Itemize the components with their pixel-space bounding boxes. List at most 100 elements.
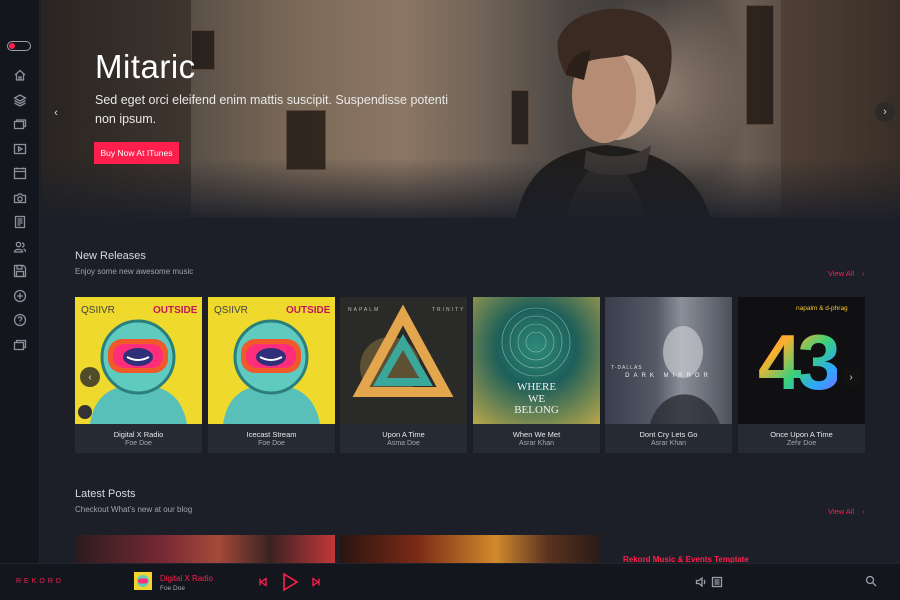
hero-shutter <box>746 5 774 125</box>
album-title: Upon A Time <box>382 430 425 439</box>
album-title: When We Met <box>512 430 561 439</box>
post-image[interactable] <box>340 535 600 563</box>
album-artist: Zehr Doe <box>786 440 817 447</box>
hero-fade <box>41 158 900 218</box>
album-cover: napalm & d-phrag 43 <box>738 297 865 424</box>
playlist-button[interactable] <box>711 576 723 588</box>
buy-itunes-button[interactable]: Buy Now At ITunes <box>94 142 179 164</box>
astronaut-art <box>223 319 320 424</box>
album-card[interactable]: WHERE WE BELONG When We Met Asrar Khan <box>473 297 600 453</box>
cover-text: WHERE <box>516 381 557 393</box>
sidebar-item-document[interactable] <box>0 210 40 235</box>
view-all-label: View All <box>828 269 855 278</box>
astronaut-art <box>78 319 187 424</box>
post-image[interactable] <box>75 535 335 563</box>
album-artist: Asma Doe <box>387 440 420 447</box>
playlist-icon <box>711 576 723 588</box>
album-cover: NAPALM TRINITY <box>340 297 467 424</box>
track-artist: Foe Doe <box>160 585 185 592</box>
chevron-right-icon: › <box>862 507 865 516</box>
cover-text: T-DALLAS <box>611 365 643 371</box>
hero-next-button[interactable]: › <box>875 102 895 122</box>
sidebar-toggle[interactable] <box>7 41 31 51</box>
hero-prev-button[interactable]: ‹ <box>46 103 66 123</box>
previous-track-button[interactable] <box>257 576 269 588</box>
cover-number: 43 <box>758 318 841 406</box>
users-icon <box>13 241 27 253</box>
app-window: Mitaric Sed eget orci eleifend enim matt… <box>0 0 900 600</box>
album-cover: QSIIVR OUTSIDE <box>208 297 335 424</box>
search-button[interactable] <box>865 575 877 587</box>
album-cover: WHERE WE BELONG <box>473 297 600 424</box>
sidebar-item-calendar[interactable] <box>0 161 40 186</box>
cover-text: BELONG <box>514 404 559 416</box>
save-icon <box>13 265 27 278</box>
help-icon <box>13 314 27 327</box>
view-all-label: View All <box>828 507 855 516</box>
latest-posts-subtitle: Checkout What's new at our blog <box>75 505 193 514</box>
album-title: Digital X Radio <box>113 430 164 439</box>
sidebar-item-home[interactable] <box>0 63 40 88</box>
chevron-right-icon: › <box>883 106 887 118</box>
albums-icon <box>13 119 27 130</box>
album-title: Icecast Stream <box>246 430 297 439</box>
chevron-left-icon: ‹ <box>88 371 92 383</box>
album-card[interactable]: NAPALM TRINITY Upon A Time Asma Doe <box>340 297 467 453</box>
sidebar-item-save[interactable] <box>0 259 40 284</box>
home-icon <box>14 69 26 81</box>
player-bar: REKORD Digital X Radio Foe Doe <box>0 563 900 600</box>
chevron-right-icon: › <box>862 269 865 278</box>
album-title: Once Upon A Time <box>770 430 833 439</box>
latest-posts-title: Latest Posts <box>75 488 136 500</box>
album-artist: Foe Doe <box>125 440 152 447</box>
cover-text: napalm & d-phrag <box>796 305 848 312</box>
sidebar-item-camera[interactable] <box>0 186 40 211</box>
album-artist: Asrar Khan <box>518 440 555 447</box>
album-cover: T-DALLAS DARK MIRROR <box>605 297 732 424</box>
volume-button[interactable] <box>695 576 707 588</box>
new-releases-subtitle: Enjoy some new awesome music <box>75 267 194 276</box>
album-artist: Asrar Khan <box>650 440 687 447</box>
sidebar-nav <box>0 63 40 357</box>
search-icon <box>865 575 877 587</box>
plus-circle-icon <box>13 289 27 302</box>
carousel-prev-button[interactable]: ‹ <box>80 367 100 387</box>
sidebar-item-video[interactable] <box>0 137 40 162</box>
track-thumbnail[interactable] <box>134 572 152 590</box>
next-track-button[interactable] <box>310 576 322 588</box>
gallery-icon <box>13 339 27 350</box>
sidebar-item-help[interactable] <box>0 308 40 333</box>
calendar-icon <box>13 167 27 180</box>
new-releases-view-all[interactable]: View All › <box>828 269 865 278</box>
carousel-next-button[interactable]: › <box>841 367 861 387</box>
hero-title: Mitaric <box>95 48 196 85</box>
skip-back-icon <box>259 577 267 587</box>
album-cover: QSIIVR OUTSIDE <box>75 297 202 424</box>
video-icon <box>13 143 27 154</box>
layers-icon <box>13 94 27 107</box>
portrait-art <box>650 326 720 424</box>
play-icon <box>283 572 299 592</box>
document-icon <box>14 216 26 229</box>
sidebar-item-users[interactable] <box>0 235 40 260</box>
latest-posts-view-all[interactable]: View All › <box>828 507 865 516</box>
sidebar <box>0 0 40 563</box>
play-button[interactable] <box>279 571 301 593</box>
chevron-left-icon: ‹ <box>54 107 58 119</box>
album-artist: Foe Doe <box>258 440 285 447</box>
sidebar-item-albums[interactable] <box>0 112 40 137</box>
new-releases-title: New Releases <box>75 250 146 262</box>
toggle-knob <box>9 43 15 49</box>
chevron-right-icon: › <box>849 371 853 383</box>
album-card[interactable]: QSIIVR OUTSIDE Icecast Stream Foe Doe <box>208 297 335 453</box>
track-title: Digital X Radio <box>160 574 213 583</box>
camera-icon <box>13 193 27 203</box>
volume-icon <box>695 576 706 588</box>
brand-logo[interactable]: REKORD <box>16 578 64 585</box>
skip-forward-icon <box>312 577 320 587</box>
sidebar-item-add[interactable] <box>0 284 40 309</box>
sidebar-item-layers[interactable] <box>0 88 40 113</box>
album-card[interactable]: T-DALLAS DARK MIRROR Dont Cry Lets Go As… <box>605 297 732 453</box>
album-title: Dont Cry Lets Go <box>639 430 698 439</box>
sidebar-item-gallery[interactable] <box>0 333 40 358</box>
